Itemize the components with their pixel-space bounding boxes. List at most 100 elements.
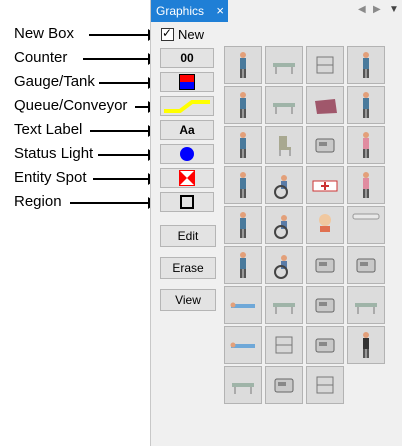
library-cell[interactable]	[347, 206, 385, 244]
library-cell[interactable]	[224, 286, 262, 324]
library-cell[interactable]	[347, 46, 385, 84]
library-cell[interactable]	[224, 46, 262, 84]
gurney-icon	[266, 47, 302, 83]
person-standing-icon	[225, 247, 261, 283]
library-cell[interactable]	[224, 326, 262, 364]
callout-arrow-status	[98, 149, 157, 161]
library-cell[interactable]	[347, 86, 385, 124]
library-cell[interactable]	[306, 366, 344, 404]
library-cell[interactable]	[347, 326, 385, 364]
person-seated-icon	[225, 47, 261, 83]
text-label-tool-text: Aa	[179, 123, 195, 137]
callout-arrow-region	[70, 197, 157, 209]
person-standing-icon	[225, 167, 261, 203]
chevron-right-icon[interactable]: ▶	[373, 4, 381, 15]
erase-button[interactable]: Erase	[160, 257, 216, 279]
library-cell[interactable]	[306, 126, 344, 164]
library-cell[interactable]	[347, 166, 385, 204]
person-standing-icon	[225, 127, 261, 163]
library-cell[interactable]	[347, 246, 385, 284]
tab-bar: Graphics × ◀ ▶ ▼	[151, 0, 402, 22]
library-cell[interactable]	[265, 326, 303, 364]
library-cell[interactable]	[224, 246, 262, 284]
chevron-down-icon[interactable]: ▼	[389, 4, 399, 15]
library-cell[interactable]	[224, 126, 262, 164]
new-checkbox[interactable]	[161, 26, 174, 42]
microscope-icon	[307, 327, 343, 363]
status-light-tool[interactable]	[160, 144, 214, 164]
rack-icon	[307, 367, 343, 403]
library-cell[interactable]	[265, 166, 303, 204]
callout-status: Status Light	[14, 145, 94, 162]
new-checkbox-row[interactable]: New	[161, 26, 204, 42]
person-wheelchair-icon	[266, 247, 302, 283]
region-icon	[180, 195, 194, 209]
text-label-tool[interactable]: Aa	[160, 120, 214, 140]
blanket-icon	[307, 87, 343, 123]
callout-arrow-gauge	[99, 77, 157, 89]
counter-tool[interactable]: 00	[160, 48, 214, 68]
chevron-left-icon[interactable]: ◀	[358, 4, 366, 15]
cabinet-icon	[266, 327, 302, 363]
library-cell[interactable]	[306, 46, 344, 84]
tab-graphics[interactable]: Graphics ×	[151, 0, 228, 22]
callout-new_box: New Box	[14, 25, 75, 42]
callout-arrow-text	[90, 125, 157, 137]
person-seated-pink-icon	[348, 167, 384, 203]
bed-icon	[266, 287, 302, 323]
callout-text: Text Label	[14, 121, 83, 138]
stretcher-green-icon	[225, 367, 261, 403]
person-bald-icon	[307, 207, 343, 243]
person-standing-icon	[225, 207, 261, 243]
callout-region: Region	[14, 193, 62, 210]
library-cell[interactable]	[265, 246, 303, 284]
desk-icon	[307, 127, 343, 163]
callout-gauge: Gauge/Tank	[14, 73, 95, 90]
stretcher-icon	[348, 287, 384, 323]
callout-entity: Entity Spot	[14, 169, 87, 186]
gauge-tank-tool[interactable]	[160, 72, 214, 92]
blank-bar-icon	[348, 207, 384, 243]
library-cell[interactable]	[306, 206, 344, 244]
library-cell[interactable]	[224, 366, 262, 404]
entity-spot-icon	[179, 170, 195, 186]
library-cell[interactable]	[347, 286, 385, 324]
library-cell[interactable]	[265, 46, 303, 84]
library-cell[interactable]	[265, 366, 303, 404]
person-dark-icon	[348, 327, 384, 363]
person-standing-icon	[225, 87, 261, 123]
library-cell[interactable]	[306, 166, 344, 204]
library-cell[interactable]	[265, 86, 303, 124]
region-tool[interactable]	[160, 192, 214, 212]
library-cell[interactable]	[224, 206, 262, 244]
callout-queue: Queue/Conveyor	[14, 97, 128, 114]
view-button[interactable]: View	[160, 289, 216, 311]
library-cell[interactable]	[224, 166, 262, 204]
library-cell[interactable]	[306, 286, 344, 324]
callout-arrow-counter	[83, 53, 157, 65]
library-cell[interactable]	[306, 326, 344, 364]
machine-icon	[307, 247, 343, 283]
conveyor-icon	[164, 100, 210, 113]
library-cell[interactable]	[265, 126, 303, 164]
ambulance-icon	[307, 167, 343, 203]
library-cell[interactable]	[224, 86, 262, 124]
equipment-icon	[348, 247, 384, 283]
person-icon	[348, 47, 384, 83]
library-cell[interactable]	[306, 86, 344, 124]
status-light-icon	[180, 147, 194, 161]
person-wheelchair-icon	[266, 207, 302, 243]
counter-tool-text: 00	[180, 51, 194, 65]
scale-icon	[307, 287, 343, 323]
library-cell[interactable]	[265, 286, 303, 324]
library-cell[interactable]	[306, 246, 344, 284]
library-cell[interactable]	[265, 206, 303, 244]
cart-icon	[307, 47, 343, 83]
entity-spot-tool[interactable]	[160, 168, 214, 188]
close-icon[interactable]: ×	[216, 0, 224, 22]
wheelchair-icon	[266, 167, 302, 203]
edit-button[interactable]: Edit	[160, 225, 216, 247]
queue-conveyor-tool[interactable]	[160, 96, 214, 116]
callout-arrow-new_box	[89, 29, 157, 41]
library-cell[interactable]	[347, 126, 385, 164]
